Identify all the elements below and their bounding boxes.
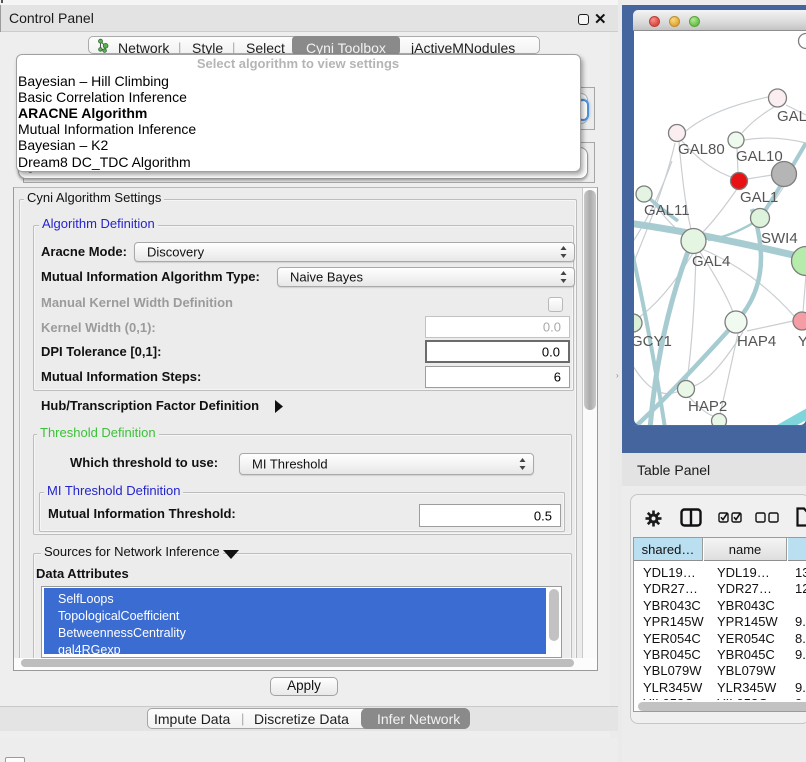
svg-text:GAL4: GAL4 [692,253,730,270]
svg-text:GAL: GAL [777,108,806,125]
svg-text:GAL1: GAL1 [740,189,778,206]
svg-text:HAP4: HAP4 [737,333,776,350]
svg-text:GAL11: GAL11 [644,202,690,219]
svg-text:GCY1: GCY1 [634,333,672,350]
svg-text:GAL10: GAL10 [736,148,783,165]
svg-text:SWI4: SWI4 [761,230,798,247]
svg-text:Y: Y [798,333,806,350]
svg-text:HAP2: HAP2 [688,398,727,415]
svg-text:GAL80: GAL80 [678,141,725,158]
